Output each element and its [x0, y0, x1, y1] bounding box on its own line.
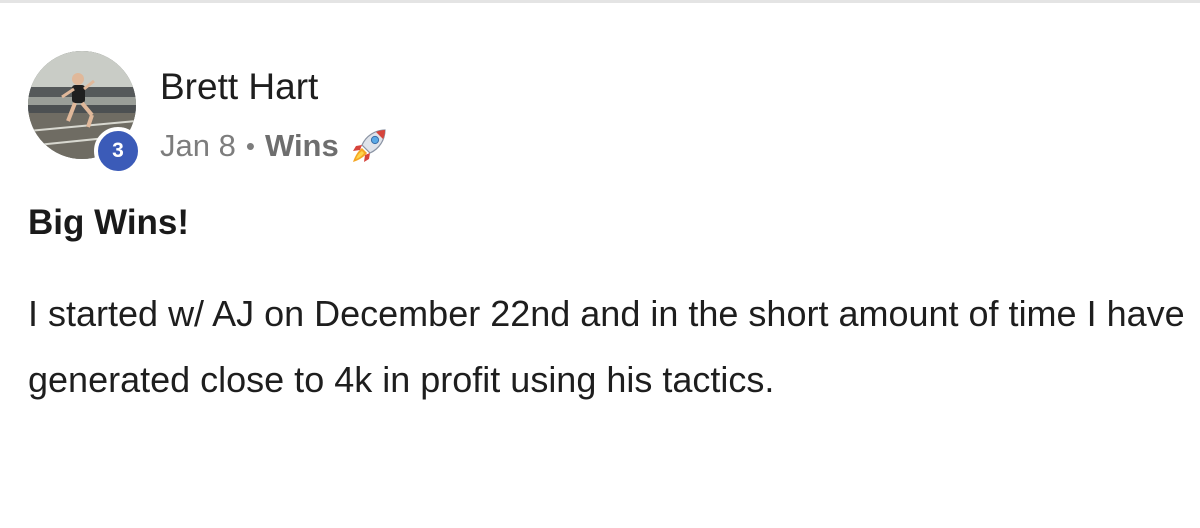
rocket-icon — [352, 129, 386, 162]
post-category[interactable]: Wins — [265, 128, 339, 164]
meta-separator: • — [245, 130, 255, 161]
post-card: 3 Brett Hart Jan 8 • Wins Big Wins! I st… — [0, 0, 1200, 528]
author-avatar-wrapper[interactable]: 3 — [28, 51, 142, 175]
post-body: I started w/ AJ on December 22nd and in … — [28, 293, 1185, 400]
post-date[interactable]: Jan 8 — [160, 128, 236, 164]
level-number: 3 — [112, 139, 124, 162]
post-meta: Jan 8 • Wins — [160, 125, 391, 167]
author-name[interactable]: Brett Hart — [160, 65, 318, 109]
post-title[interactable]: Big Wins! — [28, 201, 189, 245]
level-badge: 3 — [94, 127, 142, 175]
